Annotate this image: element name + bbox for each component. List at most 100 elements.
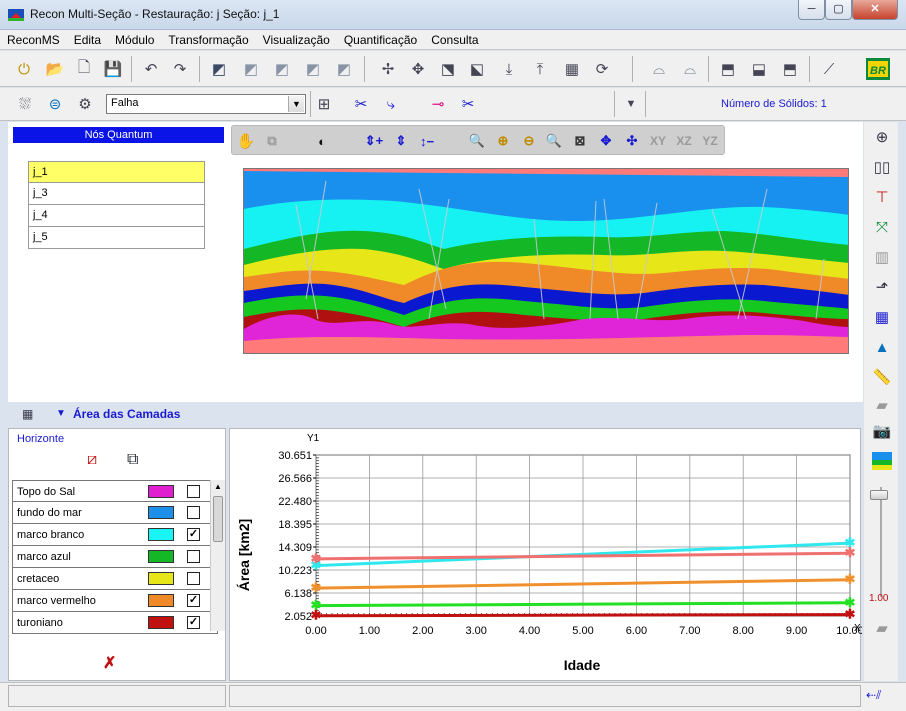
menu-consulta[interactable]: Consulta <box>424 30 485 49</box>
join-blocks-icon[interactable]: ▦ <box>561 58 583 80</box>
move-point-icon[interactable]: ✢ <box>377 58 399 80</box>
menu-transformacao[interactable]: Transformação <box>161 30 255 49</box>
undo-icon[interactable]: ↶ <box>140 58 162 80</box>
link-icon[interactable]: ⧉ <box>127 451 138 469</box>
horizon-checkbox[interactable]: ✓ <box>187 616 200 629</box>
fold-2-icon[interactable]: ⌓ <box>679 58 701 80</box>
grid-icon[interactable]: ▦ <box>871 306 893 328</box>
scale-slider-thumb[interactable] <box>870 490 888 500</box>
fit-view-icon[interactable]: ⊠ <box>570 131 590 151</box>
table-icon[interactable]: ▦ <box>22 407 33 421</box>
horizon-row[interactable]: marco branco ✓ <box>12 524 218 546</box>
dropdown-arrow-icon[interactable]: ▼ <box>620 93 642 115</box>
raise-block-icon[interactable]: ⤒ <box>529 58 551 80</box>
horizon-checkbox[interactable] <box>187 550 200 563</box>
fault-select[interactable]: Falha ▼ <box>106 94 306 114</box>
horizon-checkbox[interactable]: ✓ <box>187 594 200 607</box>
horizon-checkbox[interactable] <box>187 485 200 498</box>
collapse-icon[interactable]: ▼ <box>56 408 66 419</box>
menu-modulo[interactable]: Módulo <box>108 30 161 49</box>
cross-tool-icon[interactable]: ✂ <box>457 93 479 115</box>
book-icon[interactable]: ▯▯ <box>871 156 893 178</box>
lower-block-icon[interactable]: ⤓ <box>498 58 520 80</box>
expand-vertical-icon[interactable]: ⇕+ <box>364 131 384 151</box>
decompact-icon[interactable]: ◩ <box>333 58 355 80</box>
close-button[interactable]: ✕ <box>852 0 898 20</box>
target-icon[interactable]: ⊕ <box>871 126 893 148</box>
save-icon[interactable]: 💾 <box>102 58 124 80</box>
horizon-color-swatch[interactable] <box>148 550 174 563</box>
grid-tool-icon[interactable]: ⊞ <box>313 93 335 115</box>
node-item[interactable]: j_1 <box>28 161 205 183</box>
menu-reconms[interactable]: ReconMS <box>0 30 67 49</box>
redo-icon[interactable]: ↷ <box>169 58 191 80</box>
zoom-in-icon[interactable]: ⊕ <box>493 131 513 151</box>
section-thumb-icon[interactable] <box>871 450 893 472</box>
horizon-checkbox[interactable]: ✓ <box>187 528 200 541</box>
shrink-vertical-icon[interactable]: ↕− <box>417 131 437 151</box>
horizon-row[interactable]: fundo do mar <box>12 502 218 524</box>
move-block-icon[interactable]: ✥ <box>407 58 429 80</box>
horizon-row[interactable]: cretaceo <box>12 568 218 590</box>
remove-link-icon[interactable]: ⧄ <box>87 451 97 469</box>
expand-all-icon[interactable]: ✥ <box>596 131 616 151</box>
power-icon[interactable]: ⏻ <box>13 58 35 80</box>
zoom-icon[interactable]: 🔍 <box>467 131 487 151</box>
minimize-button[interactable]: ─ <box>798 0 825 20</box>
scale-slider-track[interactable] <box>880 487 882 597</box>
horizon-row[interactable]: Topo do Sal <box>12 480 218 502</box>
horizon-color-swatch[interactable] <box>148 506 174 519</box>
shrink-all-icon[interactable]: ✣ <box>622 131 642 151</box>
horizon-row[interactable]: turoniano ✓ <box>12 612 218 634</box>
new-file-icon[interactable]: 🗋 <box>73 58 95 80</box>
restore-section-icon[interactable]: ◩ <box>208 58 230 80</box>
settings-tool-icon[interactable]: ⚙ <box>74 93 96 115</box>
horizon-color-swatch[interactable] <box>148 616 174 629</box>
menu-quantificacao[interactable]: Quantificação <box>337 30 424 49</box>
horizon-tool-icon[interactable]: ⊜ <box>44 93 66 115</box>
curve-tool-icon[interactable]: ⤷ <box>380 93 402 115</box>
horizon-color-swatch[interactable] <box>148 572 174 585</box>
scale-vertical-icon[interactable]: ⇕ <box>391 131 411 151</box>
menu-visualizacao[interactable]: Visualização <box>256 30 337 49</box>
scroll-thumb[interactable] <box>213 496 223 542</box>
fault-cut-icon[interactable]: ⊤ <box>871 186 893 208</box>
menu-edita[interactable]: Edita <box>67 30 108 49</box>
zoom-out-icon[interactable]: ⊖ <box>519 131 539 151</box>
node-item[interactable]: j_3 <box>28 183 205 205</box>
maximize-button[interactable]: ▢ <box>825 0 852 20</box>
ruler-icon[interactable]: 📏 <box>871 366 893 388</box>
open-folder-icon[interactable]: 📂 <box>44 58 66 80</box>
transform-icon[interactable]: ⬏ <box>871 276 893 298</box>
yz-view-button[interactable]: YZ <box>700 131 720 151</box>
unfold-icon[interactable]: ◩ <box>240 58 262 80</box>
horizon-row[interactable]: marco azul <box>12 546 218 568</box>
horizon-row[interactable]: marco vermelho ✓ <box>12 590 218 612</box>
camera-icon[interactable]: 📷 <box>871 420 893 442</box>
line-tool-icon[interactable]: ⊸ <box>427 93 449 115</box>
delete-icon[interactable]: ✗ <box>103 653 116 673</box>
fault-tool-icon[interactable]: ⛆ <box>14 93 36 115</box>
layer-icon[interactable]: ▰ <box>871 394 893 416</box>
scissors-icon[interactable]: ✂ <box>350 93 372 115</box>
copy-view-icon[interactable]: ⧉ <box>262 131 282 151</box>
xz-view-button[interactable]: XZ <box>674 131 694 151</box>
horizon-color-swatch[interactable] <box>148 528 174 541</box>
horizon-scrollbar[interactable]: ▲ <box>210 480 225 631</box>
rotate-icon[interactable]: ⟳ <box>591 58 613 80</box>
horizon-checkbox[interactable] <box>187 506 200 519</box>
cut-section-icon[interactable]: ⟋ <box>818 58 840 80</box>
cube-icon[interactable]: ◐ <box>312 131 332 151</box>
vector-icon[interactable]: ⤧ <box>871 216 893 238</box>
node-item[interactable]: j_4 <box>28 205 205 227</box>
xy-view-button[interactable]: XY <box>648 131 668 151</box>
geological-section[interactable] <box>243 168 849 354</box>
mountain-icon[interactable]: ▲ <box>871 336 893 358</box>
horizon-color-swatch[interactable] <box>148 485 174 498</box>
scroll-up-icon[interactable]: ▲ <box>214 482 222 491</box>
rotate-block-icon[interactable]: ⬕ <box>466 58 488 80</box>
horizon-checkbox[interactable] <box>187 572 200 585</box>
layer-down-icon[interactable]: ⬓ <box>748 58 770 80</box>
zoom-disabled-icon[interactable]: 🔍 <box>544 131 564 151</box>
resize-grip-icon[interactable]: ⇠⫽ <box>866 688 881 703</box>
